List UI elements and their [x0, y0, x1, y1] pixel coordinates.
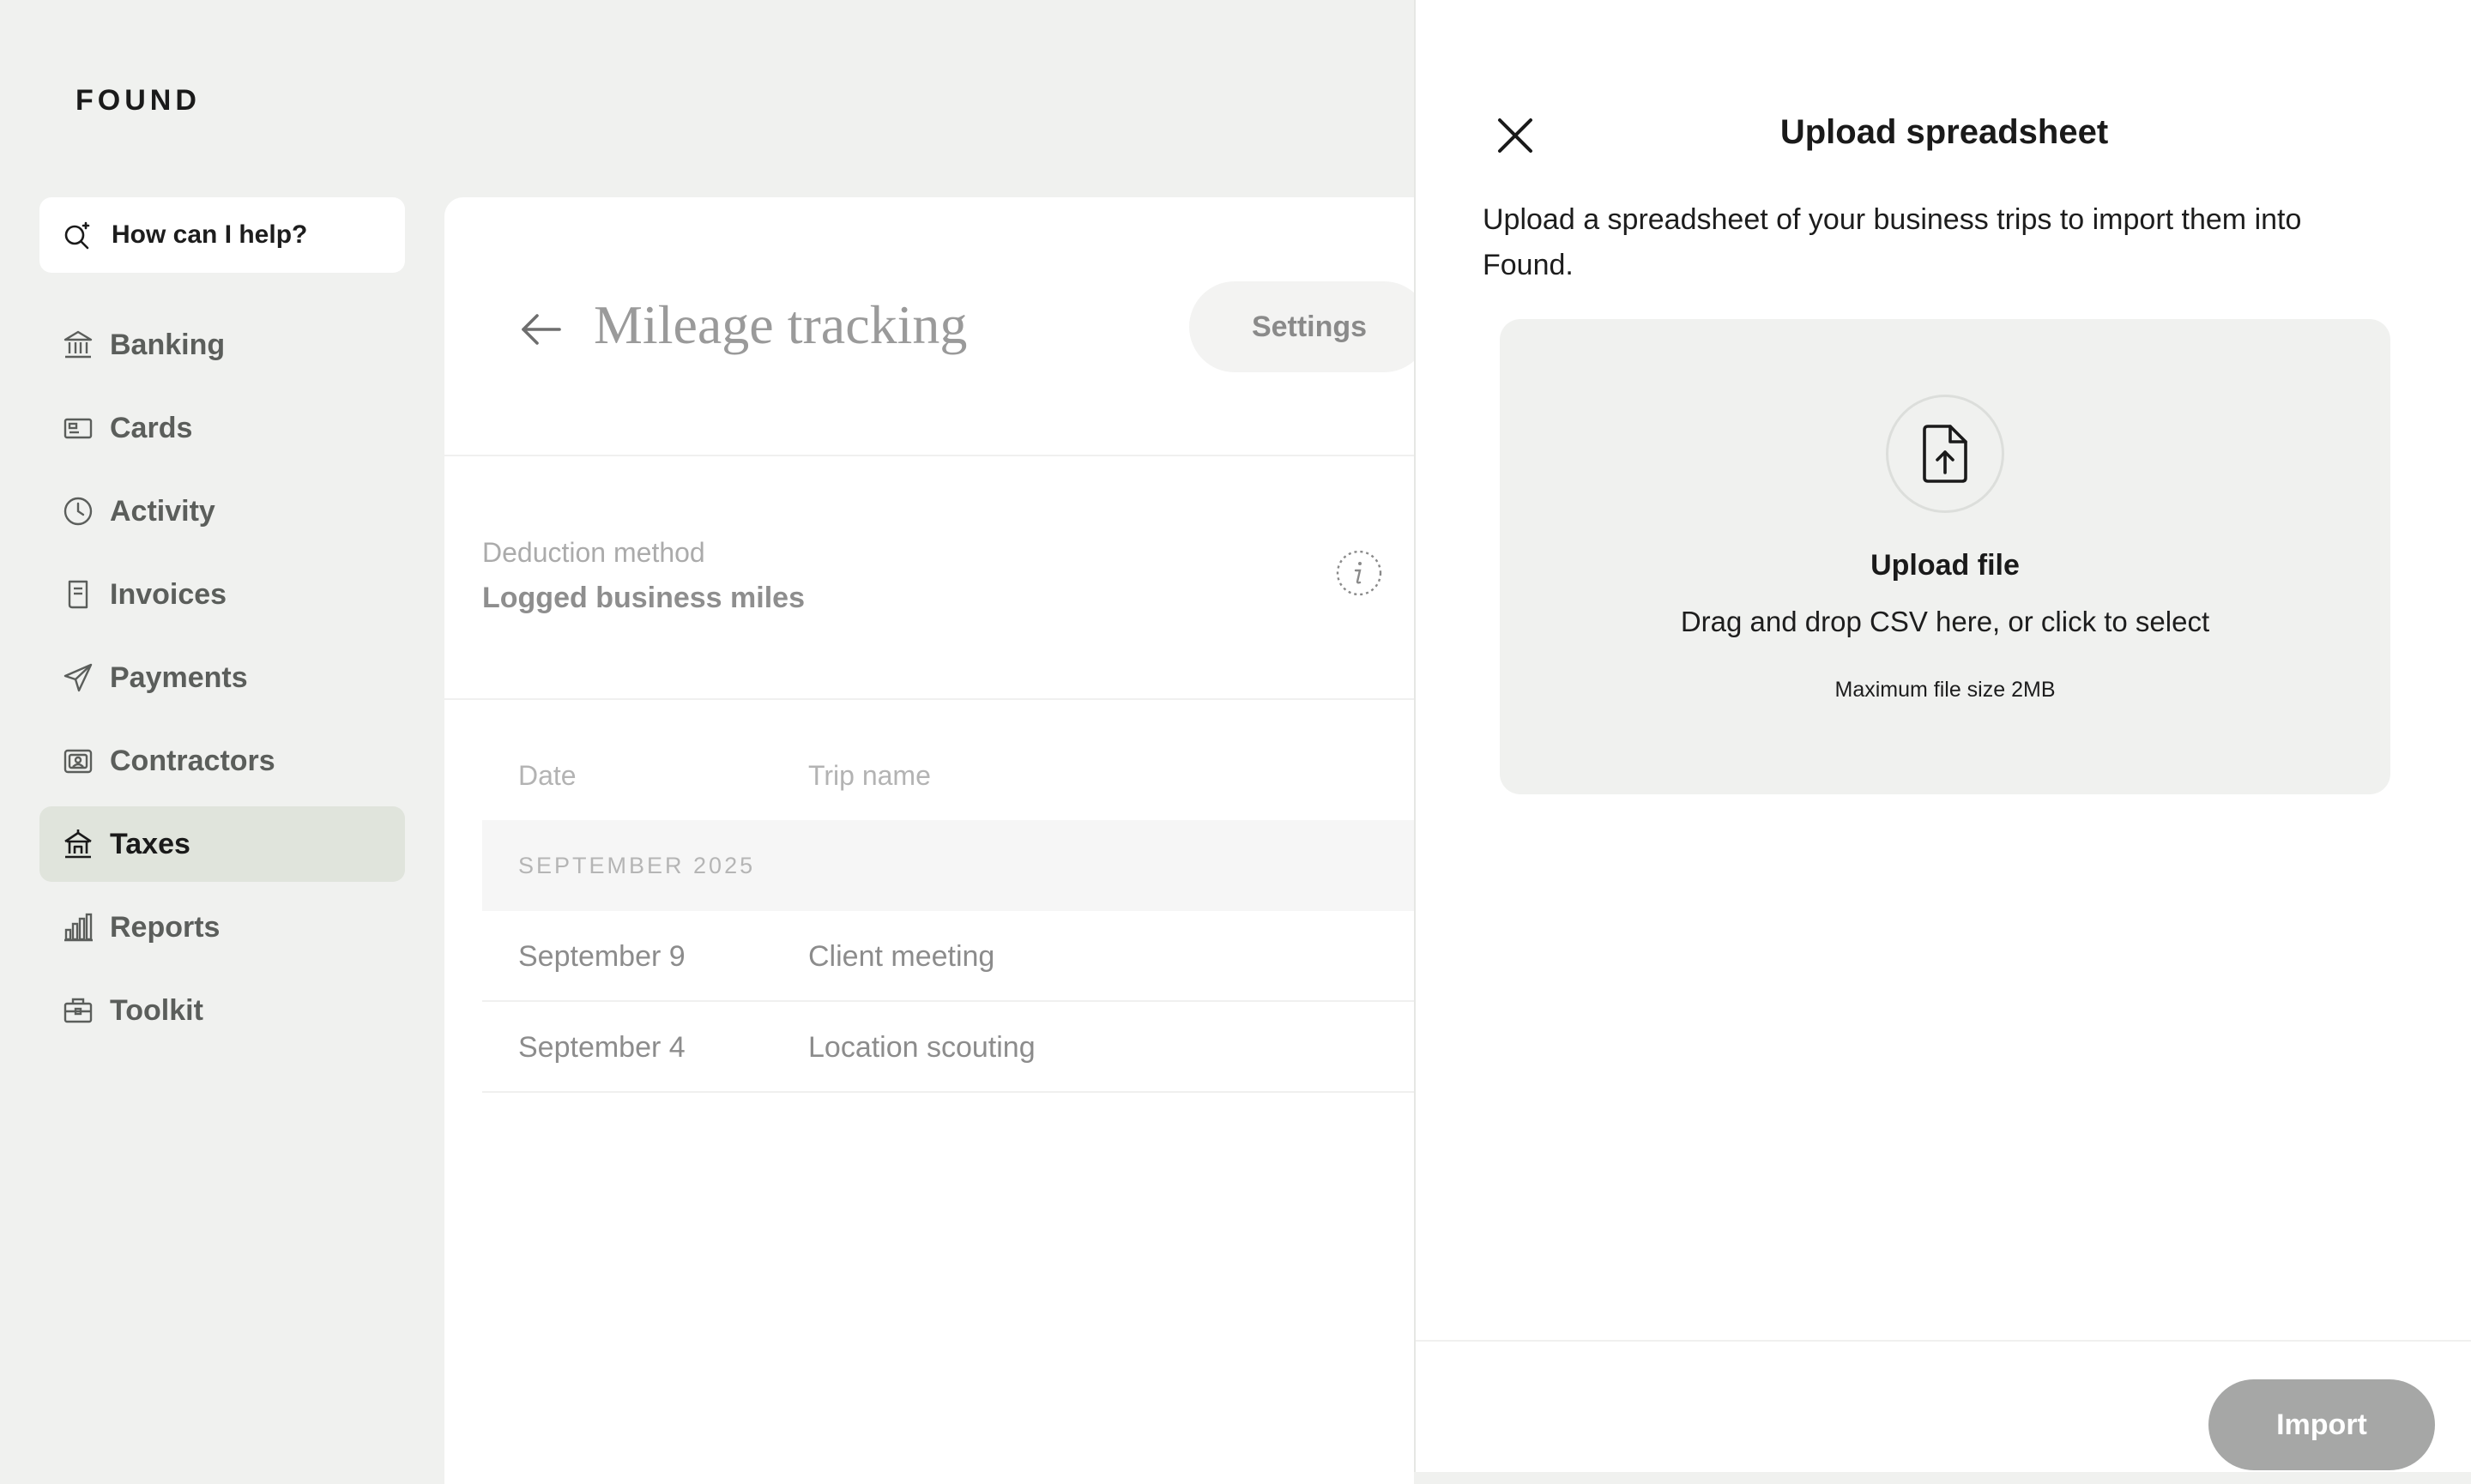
- import-button[interactable]: Import: [2208, 1379, 2435, 1470]
- app-root: FOUND How can I help? Banking Cards Acti…: [0, 0, 2471, 1484]
- bar-chart-icon: [60, 909, 96, 945]
- assistant-label: How can I help?: [112, 220, 308, 249]
- column-header-date[interactable]: Date: [518, 760, 577, 792]
- sidebar-item-toolkit[interactable]: Toolkit: [39, 973, 405, 1048]
- deduction-method-label: Deduction method: [482, 537, 705, 568]
- sidebar-item-label: Taxes: [110, 827, 190, 860]
- divider: [444, 698, 1414, 700]
- upload-drawer: Upload spreadsheet Upload a spreadsheet …: [1414, 0, 2471, 1472]
- sidebar-item-cards[interactable]: Cards: [39, 390, 405, 466]
- row-date: September 4: [518, 1031, 686, 1064]
- footer-divider: [1416, 1340, 2471, 1342]
- bank-icon: [60, 327, 96, 363]
- tax-icon: [60, 826, 96, 862]
- sidebar-item-banking[interactable]: Banking: [39, 307, 405, 383]
- column-header-trip-name[interactable]: Trip name: [808, 760, 931, 792]
- divider: [444, 455, 1414, 456]
- table-row[interactable]: September 9 Client meeting: [482, 911, 1414, 1002]
- row-trip-name: Client meeting: [808, 940, 995, 973]
- sidebar-item-invoices[interactable]: Invoices: [39, 557, 405, 632]
- upload-icon-wrapper: [1886, 395, 2004, 513]
- found-logo: FOUND: [76, 84, 201, 117]
- sidebar-item-label: Reports: [110, 910, 221, 944]
- sidebar-item-reports[interactable]: Reports: [39, 890, 405, 965]
- sidebar-item-label: Invoices: [110, 577, 227, 611]
- sparkle-search-icon: [60, 218, 94, 252]
- row-trip-name: Location scouting: [808, 1031, 1036, 1064]
- contractor-icon: [60, 743, 96, 779]
- drawer-description: Upload a spreadsheet of your business tr…: [1483, 203, 2302, 281]
- sidebar-item-activity[interactable]: Activity: [39, 474, 405, 549]
- row-date: September 9: [518, 940, 686, 973]
- upload-max-size: Maximum file size 2MB: [1834, 678, 2056, 702]
- assistant-search-button[interactable]: How can I help?: [39, 197, 405, 273]
- card-icon: [60, 410, 96, 446]
- invoice-icon: [60, 576, 96, 612]
- sidebar-nav: Banking Cards Activity Invoices Payments…: [39, 307, 405, 1056]
- drawer-title: Upload spreadsheet: [1779, 113, 2109, 151]
- sidebar-item-label: Contractors: [110, 744, 275, 777]
- briefcase-icon: [60, 992, 96, 1029]
- sidebar-item-payments[interactable]: Payments: [39, 640, 405, 715]
- main-panel: Mileage tracking Settings Deduction meth…: [444, 197, 1429, 1484]
- info-icon[interactable]: [1335, 549, 1383, 597]
- settings-button[interactable]: Settings: [1189, 281, 1429, 372]
- sidebar-item-label: Banking: [110, 328, 226, 361]
- sidebar-item-contractors[interactable]: Contractors: [39, 723, 405, 799]
- file-upload-icon: [1923, 425, 1967, 483]
- table-row[interactable]: September 4 Location scouting: [482, 1002, 1414, 1093]
- sidebar-item-label: Cards: [110, 411, 193, 444]
- page-title: Mileage tracking: [594, 294, 968, 355]
- clock-icon: [60, 493, 96, 529]
- paper-plane-icon: [60, 660, 96, 696]
- deduction-method-value: Logged business miles: [482, 582, 805, 614]
- file-dropzone[interactable]: Upload file Drag and drop CSV here, or c…: [1500, 319, 2390, 794]
- sidebar-item-label: Activity: [110, 494, 215, 528]
- sidebar-item-label: Payments: [110, 661, 248, 694]
- sidebar-item-taxes[interactable]: Taxes: [39, 806, 405, 882]
- upload-title: Upload file: [1870, 549, 2020, 582]
- month-group-header: SEPTEMBER 2025: [482, 820, 1414, 911]
- upload-subtitle: Drag and drop CSV here, or click to sele…: [1680, 606, 2210, 637]
- back-arrow-icon[interactable]: [517, 305, 565, 353]
- sidebar-item-label: Toolkit: [110, 993, 203, 1027]
